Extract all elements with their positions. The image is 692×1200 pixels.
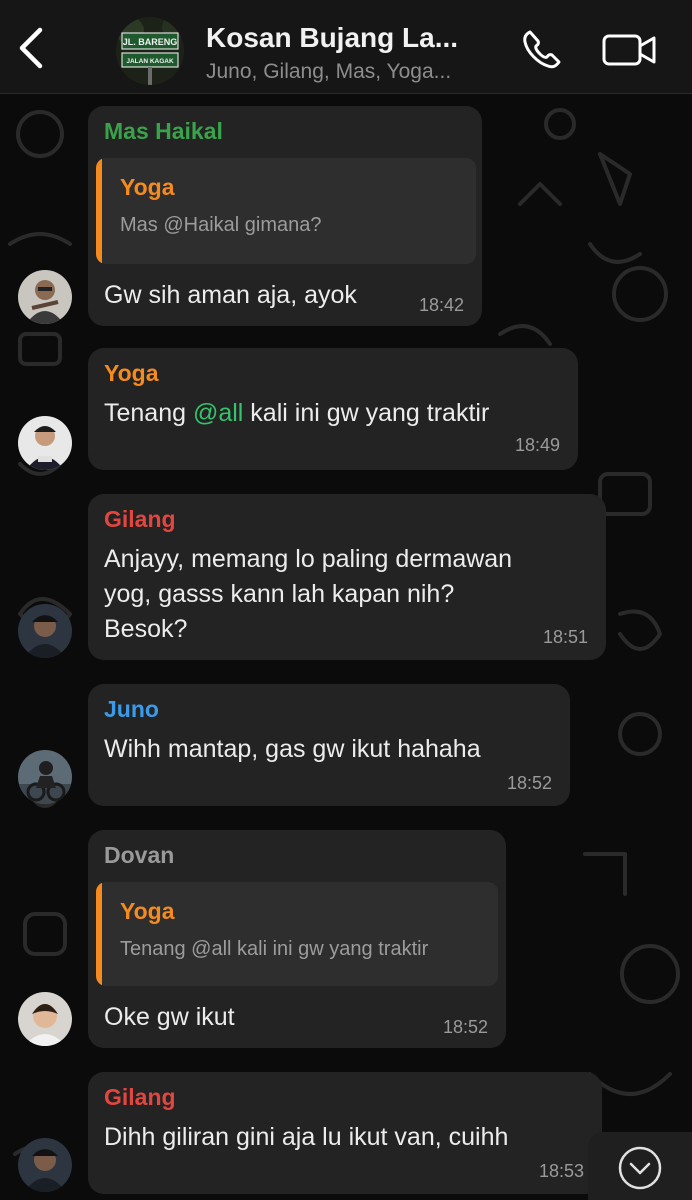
message-sender[interactable]: Juno [104,696,159,723]
message-text: Tenang @all kali ini gw yang traktir [104,396,489,431]
phone-icon [523,30,561,69]
quoted-message[interactable]: Yoga Mas @Haikal gimana? [96,158,476,264]
message-text: Besok? [104,615,188,643]
message-sender[interactable]: Gilang [104,1084,176,1111]
scroll-to-bottom-button[interactable] [588,1132,692,1200]
video-camera-icon [602,34,656,66]
chevron-down-circle-icon [618,1146,662,1190]
message-text-part: kali ini gw yang traktir [243,399,490,427]
message-sender[interactable]: Mas Haikal [104,118,223,145]
message-sender[interactable]: Yoga [104,360,159,387]
message-time: 18:42 [418,295,464,315]
sign-text-2: JALAN KAGAK [126,58,174,65]
back-button[interactable] [12,22,52,74]
quoted-text: Mas @Haikal gimana? [120,214,322,236]
message-bubble[interactable]: Gilang Anjayy, memang lo paling dermawan… [88,494,606,660]
quoted-sender: Yoga [120,174,175,200]
message-time: 18:53 [538,1161,584,1181]
quoted-text: Tenang @all kali ini gw yang traktir [120,938,429,960]
avatar-gilang[interactable] [18,604,72,658]
message-bubble[interactable]: Mas Haikal Yoga Mas @Haikal gimana? Gw s… [88,106,482,326]
message-text: Gw sih aman aja, ayok [104,281,357,309]
chat-app: JL. BARENG JALAN KAGAK Kosan Bujang La..… [0,0,692,1200]
avatar-juno[interactable] [18,750,72,804]
avatar-mas-haikal[interactable] [18,270,72,324]
voice-call-button[interactable] [518,28,566,72]
message-sender[interactable]: Gilang [104,506,176,533]
video-call-button[interactable] [600,30,660,70]
message-time: 18:52 [442,1017,488,1037]
quoted-sender: Yoga [120,898,175,924]
mention-all[interactable]: @all [193,399,243,427]
message-text: Wihh mantap, gas gw ikut hahaha [104,735,481,763]
chat-title[interactable]: Kosan Bujang La... [206,22,458,54]
avatar-dovan[interactable] [18,992,72,1046]
message-sender[interactable]: Dovan [104,842,174,869]
quote-bar [96,158,102,264]
message-bubble[interactable]: Yoga Tenang @all kali ini gw yang trakti… [88,348,578,470]
chevron-left-icon [19,27,43,69]
quoted-message[interactable]: Yoga Tenang @all kali ini gw yang trakti… [96,882,498,986]
message-text-part: Tenang [104,399,193,427]
message-time: 18:51 [542,627,588,647]
avatar-yoga[interactable] [18,416,72,470]
message-list[interactable]: Mas Haikal Yoga Mas @Haikal gimana? Gw s… [0,94,692,1200]
sign-text-1: JL. BARENG [123,37,178,47]
message-bubble[interactable]: Juno Wihh mantap, gas gw ikut hahaha 18:… [88,684,570,806]
message-time: 18:49 [514,435,560,455]
message-time: 18:52 [506,773,552,793]
street-sign-image: JL. BARENG JALAN KAGAK [116,17,184,85]
group-avatar[interactable]: JL. BARENG JALAN KAGAK [116,17,184,85]
chat-members[interactable]: Juno, Gilang, Mas, Yoga... [206,60,451,84]
chat-header: JL. BARENG JALAN KAGAK Kosan Bujang La..… [0,0,692,94]
message-bubble[interactable]: Gilang Dihh giliran gini aja lu ikut van… [88,1072,602,1194]
message-text: Anjayy, memang lo paling dermawan [104,545,513,573]
avatar-gilang[interactable] [18,1138,72,1192]
message-text: Dihh giliran gini aja lu ikut van, cuihh [104,1123,509,1151]
message-bubble[interactable]: Dovan Yoga Tenang @all kali ini gw yang … [88,830,506,1048]
message-text: yog, gasss kann lah kapan nih? [104,580,455,608]
message-text: Oke gw ikut [104,1003,235,1031]
quote-bar [96,882,102,986]
